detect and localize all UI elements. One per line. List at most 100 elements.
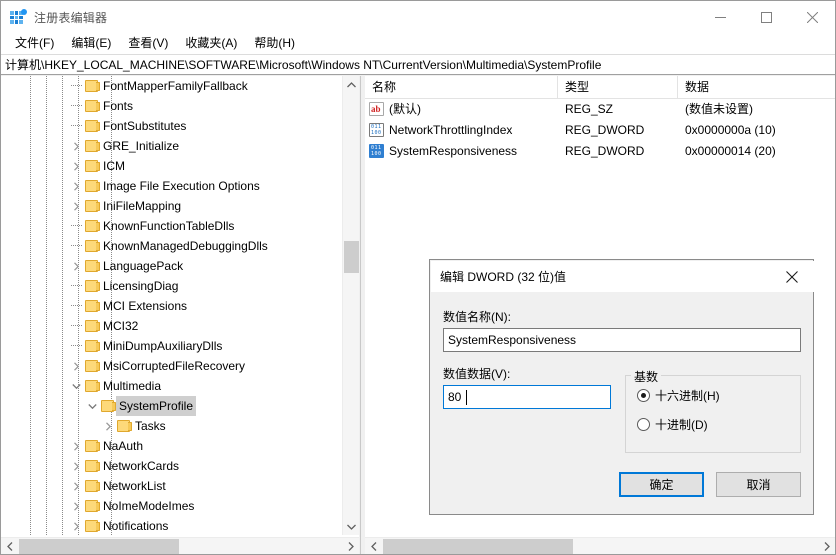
radio-decimal-label: 十进制(D) [655,418,708,432]
tree-connector [68,116,84,136]
value-row[interactable]: ab (默认) REG_SZ (数值未设置) [365,99,835,120]
tree-item-label: LanguagePack [103,259,184,273]
minimize-button[interactable] [697,1,743,33]
folder-icon [85,279,101,293]
folder-icon [85,299,101,313]
chevron-right-icon[interactable] [100,416,116,436]
folder-icon [85,119,101,133]
tree-horizontal-scrollbar[interactable] [1,537,359,554]
menu-file[interactable]: 文件(F) [7,34,63,53]
chevron-right-icon[interactable] [68,496,84,516]
tree-item-image-file-execution-options[interactable]: Image File Execution Options [1,176,341,196]
folder-icon [85,199,101,213]
radio-decimal-indicator [637,418,650,431]
chevron-right-icon[interactable] [68,476,84,496]
chevron-down-icon[interactable] [68,376,84,396]
chevron-right-icon[interactable] [68,516,84,535]
scroll-left-button[interactable] [1,538,18,554]
values-column-header: 名称 类型 数据 [365,76,835,99]
tree-item-mci-extensions[interactable]: MCI Extensions [1,296,341,316]
tree-item-label: FontMapperFamilyFallback [103,79,248,93]
maximize-button[interactable] [743,1,789,33]
address-bar[interactable]: 计算机\HKEY_LOCAL_MACHINE\SOFTWARE\Microsof… [1,54,835,75]
tree-item-label: KnownManagedDebuggingDlls [103,239,268,253]
tree-item-mci32[interactable]: MCI32 [1,316,341,336]
column-header-data[interactable]: 数据 [678,76,835,99]
tree-item-languagepack[interactable]: LanguagePack [1,256,341,276]
tree-item-label: Tasks [135,419,166,433]
folder-icon [101,399,117,413]
value-data-input[interactable]: 80 [443,385,611,409]
tree-item-minidumpauxiliarydlls[interactable]: MiniDumpAuxiliaryDlls [1,336,341,356]
tree-item-naauth[interactable]: NaAuth [1,436,341,456]
tree-item-noimemodeimes[interactable]: NoImeModeImes [1,496,341,516]
chevron-down-icon[interactable] [84,396,100,416]
values-scroll-right-button[interactable] [818,538,835,554]
tree-item-knownmanageddebuggingdlls[interactable]: KnownManagedDebuggingDlls [1,236,341,256]
registry-tree[interactable]: FontMapperFamilyFallback Fonts FontSubstit… [1,76,341,535]
column-header-type[interactable]: 类型 [558,76,678,99]
tree-item-icm[interactable]: ICM [1,156,341,176]
scroll-right-button[interactable] [342,538,359,554]
value-name-input[interactable]: SystemResponsiveness [443,328,801,352]
values-scroll-left-button[interactable] [365,538,382,554]
tree-hscroll-thumb[interactable] [19,539,179,554]
radio-decimal[interactable]: 十进制(D) [637,416,708,433]
chevron-right-icon[interactable] [68,196,84,216]
tree-item-msicorruptedfilerecovery[interactable]: MsiCorruptedFileRecovery [1,356,341,376]
text-caret [466,390,467,405]
tree-connector [68,336,84,356]
ok-button[interactable]: 确定 [619,472,704,497]
menu-favorites[interactable]: 收藏夹(A) [177,34,246,53]
value-name-cell: SystemResponsiveness [389,144,518,158]
cancel-button[interactable]: 取消 [716,472,801,497]
tree-item-knownfunctiontabledlls[interactable]: KnownFunctionTableDlls [1,216,341,236]
pane-splitter[interactable] [359,76,364,554]
value-type-cell: REG_SZ [565,102,614,116]
menu-edit[interactable]: 编辑(E) [63,34,120,53]
values-hscroll-thumb[interactable] [383,539,573,554]
tree-item-fonts[interactable]: Fonts [1,96,341,116]
tree-item-networklist[interactable]: NetworkList [1,476,341,496]
tree-item-fontsubstitutes[interactable]: FontSubstitutes [1,116,341,136]
chevron-right-icon[interactable] [68,436,84,456]
tree-item-fontmapperfamilyfallback[interactable]: FontMapperFamilyFallback [1,76,341,96]
dword-value-icon: 011 100 [369,123,385,138]
chevron-right-icon[interactable] [68,136,84,156]
menu-view[interactable]: 查看(V) [120,34,177,53]
dialog-close-button[interactable] [769,261,814,292]
tree-item-licensingdiag[interactable]: LicensingDiag [1,276,341,296]
tree-item-label: NaAuth [103,439,144,453]
chevron-right-icon[interactable] [68,256,84,276]
dialog-title-bar: 编辑 DWORD (32 位)值 [431,261,814,292]
tree-item-inifilemapping[interactable]: IniFileMapping [1,196,341,216]
scroll-down-button[interactable] [343,518,359,535]
chevron-right-icon[interactable] [68,176,84,196]
tree-item-label: SystemProfile [116,396,197,416]
chevron-right-icon[interactable] [68,456,84,476]
menu-help[interactable]: 帮助(H) [246,34,304,53]
tree-item-gre-initialize[interactable]: GRE_Initialize [1,136,341,156]
values-horizontal-scrollbar[interactable] [365,537,835,554]
tree-scroll-thumb[interactable] [344,241,359,273]
folder-icon [85,139,101,153]
close-button[interactable] [789,1,835,33]
tree-item-label: MCI Extensions [103,299,188,313]
folder-icon [85,379,101,393]
value-row[interactable]: 011 100 NetworkThrottlingIndex REG_DWORD 0x0… [365,120,835,141]
tree-vertical-scrollbar[interactable] [342,76,359,535]
tree-item-systemprofile[interactable]: SystemProfile [1,396,341,416]
tree-item-label: Multimedia [103,379,162,393]
tree-item-notifications[interactable]: Notifications [1,516,341,535]
chevron-right-icon[interactable] [68,156,84,176]
scroll-up-button[interactable] [343,76,359,93]
chevron-right-icon[interactable] [68,356,84,376]
tree-item-tasks[interactable]: Tasks [1,416,341,436]
radio-hexadecimal[interactable]: 十六进制(H) [637,387,720,404]
tree-connector [68,316,84,336]
tree-item-multimedia[interactable]: Multimedia [1,376,341,396]
value-row[interactable]: 011 100 SystemResponsiveness REG_DWORD 0x000… [365,141,835,162]
tree-item-networkcards[interactable]: NetworkCards [1,456,341,476]
column-header-name[interactable]: 名称 [365,76,558,99]
registry-editor-window: 注册表编辑器 文件(F) 编辑(E) 查看(V) 收藏夹(A) 帮助(H) 计算… [0,0,836,555]
